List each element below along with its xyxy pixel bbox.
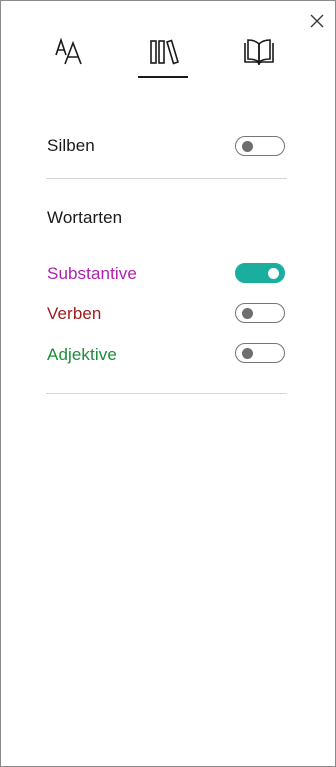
nouns-label: Substantive bbox=[47, 264, 137, 283]
parts-of-speech-heading: Wortarten bbox=[47, 208, 123, 227]
text-size-icon bbox=[55, 37, 82, 65]
grammar-tools-panel: Silben Wortarten Substantive Verben Adje… bbox=[0, 0, 336, 767]
library-books-icon bbox=[150, 39, 179, 65]
toggle-knob bbox=[242, 141, 253, 152]
tab-text-options[interactable] bbox=[45, 31, 95, 75]
syllables-label: Silben bbox=[47, 136, 95, 155]
toggle-knob bbox=[242, 348, 253, 359]
tab-reading-preferences[interactable] bbox=[233, 31, 283, 75]
tab-grammar-options[interactable] bbox=[138, 31, 188, 78]
adjectives-toggle[interactable] bbox=[235, 343, 285, 363]
syllables-toggle[interactable] bbox=[235, 136, 285, 156]
divider bbox=[46, 178, 287, 179]
nouns-toggle[interactable] bbox=[235, 263, 285, 283]
toggle-knob bbox=[242, 308, 253, 319]
selected-tab-indicator bbox=[138, 76, 188, 78]
verbs-toggle[interactable] bbox=[235, 303, 285, 323]
close-button[interactable] bbox=[307, 11, 327, 31]
adjectives-label: Adjektive bbox=[47, 345, 117, 364]
divider bbox=[46, 393, 287, 394]
toggle-knob bbox=[268, 268, 279, 279]
verbs-label: Verben bbox=[47, 304, 102, 323]
close-icon bbox=[310, 14, 324, 28]
open-book-icon bbox=[244, 39, 274, 66]
